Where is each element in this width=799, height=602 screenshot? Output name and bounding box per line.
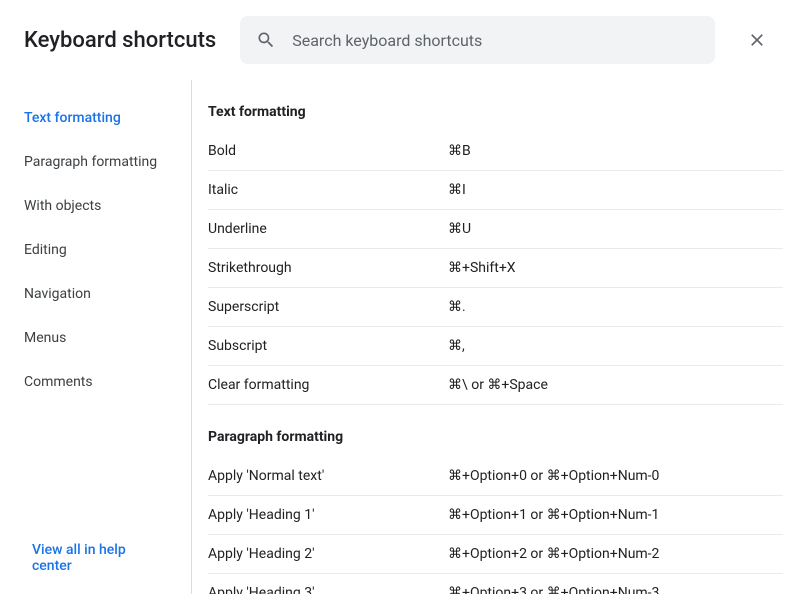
sidebar-item-label: Navigation bbox=[24, 286, 91, 302]
shortcut-row: Apply 'Heading 1' ⌘+Option+1 or ⌘+Option… bbox=[208, 496, 783, 535]
shortcut-label: Bold bbox=[208, 143, 448, 159]
shortcut-row: Bold ⌘B bbox=[208, 132, 783, 171]
shortcut-keys: ⌘B bbox=[448, 143, 471, 159]
shortcut-keys: ⌘U bbox=[448, 221, 471, 237]
shortcut-label: Italic bbox=[208, 182, 448, 198]
shortcut-keys: ⌘I bbox=[448, 182, 466, 198]
shortcut-row: Apply 'Heading 3' ⌘+Option+3 or ⌘+Option… bbox=[208, 574, 783, 594]
shortcut-row: Underline ⌘U bbox=[208, 210, 783, 249]
sidebar-items: Text formatting Paragraph formatting Wit… bbox=[0, 96, 191, 521]
shortcut-label: Superscript bbox=[208, 299, 448, 315]
shortcut-label: Underline bbox=[208, 221, 448, 237]
shortcut-row: Superscript ⌘. bbox=[208, 288, 783, 327]
sidebar-item-label: Text formatting bbox=[24, 110, 121, 126]
sidebar-item-editing[interactable]: Editing bbox=[0, 228, 191, 272]
search-icon bbox=[256, 30, 276, 50]
section-text-formatting: Text formatting Bold ⌘B Italic ⌘I Underl… bbox=[208, 104, 783, 405]
help-center-link[interactable]: View all in help center bbox=[0, 521, 191, 594]
shortcut-keys: ⌘, bbox=[448, 338, 465, 354]
sidebar-item-text-formatting[interactable]: Text formatting bbox=[0, 96, 191, 140]
shortcut-keys: ⌘\ or ⌘+Space bbox=[448, 377, 548, 393]
section-title: Paragraph formatting bbox=[208, 429, 783, 457]
shortcut-row: Strikethrough ⌘+Shift+X bbox=[208, 249, 783, 288]
shortcut-label: Strikethrough bbox=[208, 260, 448, 276]
search-container[interactable] bbox=[240, 16, 715, 64]
sidebar-item-label: Editing bbox=[24, 242, 67, 258]
shortcut-keys: ⌘+Option+2 or ⌘+Option+Num-2 bbox=[448, 546, 659, 562]
shortcut-keys: ⌘+Option+3 or ⌘+Option+Num-3 bbox=[448, 585, 659, 594]
shortcut-label: Apply 'Heading 1' bbox=[208, 507, 448, 523]
shortcut-row: Subscript ⌘, bbox=[208, 327, 783, 366]
shortcut-label: Apply 'Heading 2' bbox=[208, 546, 448, 562]
shortcut-row: Apply 'Normal text' ⌘+Option+0 or ⌘+Opti… bbox=[208, 457, 783, 496]
close-icon bbox=[747, 30, 767, 50]
sidebar: Text formatting Paragraph formatting Wit… bbox=[0, 80, 192, 594]
sidebar-item-comments[interactable]: Comments bbox=[0, 360, 191, 404]
sidebar-item-label: Comments bbox=[24, 374, 93, 390]
section-paragraph-formatting: Paragraph formatting Apply 'Normal text'… bbox=[208, 429, 783, 594]
sidebar-item-menus[interactable]: Menus bbox=[0, 316, 191, 360]
shortcut-label: Apply 'Heading 3' bbox=[208, 585, 448, 594]
shortcut-keys: ⌘+Option+0 or ⌘+Option+Num-0 bbox=[448, 468, 659, 484]
shortcut-label: Subscript bbox=[208, 338, 448, 354]
shortcut-label: Apply 'Normal text' bbox=[208, 468, 448, 484]
shortcut-label: Clear formatting bbox=[208, 377, 448, 393]
content[interactable]: Text formatting Bold ⌘B Italic ⌘I Underl… bbox=[192, 80, 799, 594]
shortcut-row: Apply 'Heading 2' ⌘+Option+2 or ⌘+Option… bbox=[208, 535, 783, 574]
shortcut-keys: ⌘+Option+1 or ⌘+Option+Num-1 bbox=[448, 507, 659, 523]
sidebar-item-label: Menus bbox=[24, 330, 66, 346]
close-button[interactable] bbox=[739, 22, 775, 58]
shortcut-keys: ⌘. bbox=[448, 299, 466, 315]
search-input[interactable] bbox=[292, 31, 699, 50]
section-title: Text formatting bbox=[208, 104, 783, 132]
sidebar-item-label: Paragraph formatting bbox=[24, 154, 157, 170]
sidebar-item-label: With objects bbox=[24, 198, 101, 214]
shortcut-keys: ⌘+Shift+X bbox=[448, 260, 516, 276]
shortcut-row: Clear formatting ⌘\ or ⌘+Space bbox=[208, 366, 783, 405]
shortcut-row: Italic ⌘I bbox=[208, 171, 783, 210]
sidebar-item-with-objects[interactable]: With objects bbox=[0, 184, 191, 228]
body: Text formatting Paragraph formatting Wit… bbox=[0, 80, 799, 594]
sidebar-item-paragraph-formatting[interactable]: Paragraph formatting bbox=[0, 140, 191, 184]
sidebar-item-navigation[interactable]: Navigation bbox=[0, 272, 191, 316]
page-title: Keyboard shortcuts bbox=[24, 28, 216, 53]
header: Keyboard shortcuts bbox=[0, 0, 799, 80]
